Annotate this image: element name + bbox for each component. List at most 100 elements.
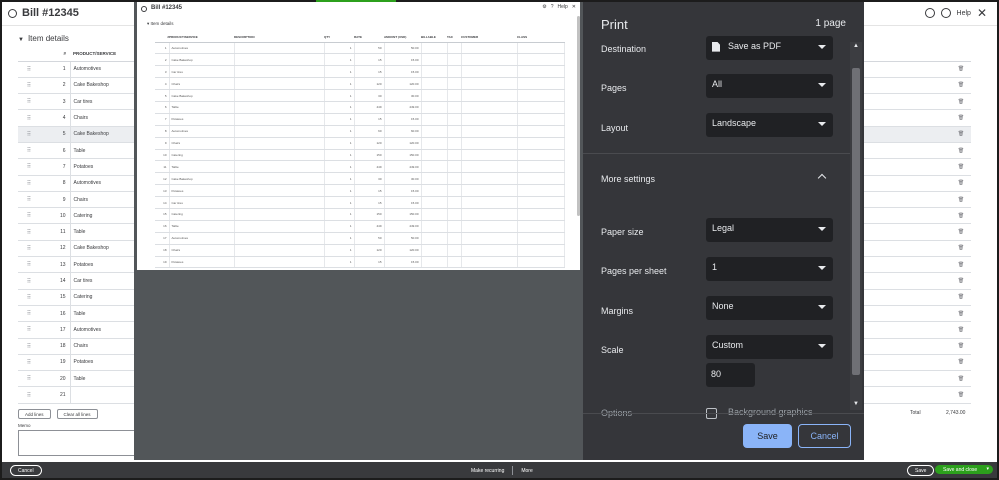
make-recurring-link[interactable]: Make recurring [471, 468, 504, 474]
drag-handle-icon[interactable]: ⠿ [18, 109, 40, 127]
trash-icon[interactable]: 🗑 [951, 321, 971, 339]
paper-size-select[interactable]: Legal [706, 218, 833, 242]
trash-icon[interactable]: 🗑 [951, 142, 971, 160]
drag-handle-icon[interactable]: ⠿ [18, 175, 40, 192]
dropdown-arrow-icon [818, 266, 826, 270]
help-link[interactable]: Help [957, 10, 971, 17]
preview-description [234, 137, 325, 150]
close-icon[interactable]: ✕ [977, 7, 987, 19]
preview-row: 19 Potatoes 1 15 15.00 [155, 256, 565, 269]
settings-gear-icon[interactable] [924, 8, 935, 18]
layout-select[interactable]: Landscape [706, 113, 833, 137]
trash-icon[interactable]: 🗑 [951, 386, 971, 404]
preview-row: 7 Potatoes 1 15 15.00 [155, 113, 565, 126]
drag-handle-icon[interactable]: ⠿ [18, 93, 40, 111]
trash-icon[interactable]: 🗑 [951, 289, 971, 306]
more-link[interactable]: More [521, 468, 532, 474]
preview-amount: 120.00 [384, 137, 422, 150]
drag-handle-icon[interactable]: ⠿ [18, 305, 40, 323]
preview-rate: 15 [354, 196, 385, 209]
trash-icon[interactable]: 🗑 [951, 272, 971, 290]
help-icon[interactable] [940, 8, 951, 18]
preview-qty: 1 [324, 149, 355, 162]
margins-select[interactable]: None [706, 296, 833, 320]
history-icon[interactable] [8, 9, 17, 18]
column-header-num: # [40, 47, 70, 62]
drag-handle-icon[interactable]: ⠿ [18, 240, 40, 258]
trash-icon[interactable]: 🗑 [951, 338, 971, 355]
destination-select[interactable]: Save as PDF [706, 36, 833, 60]
drag-handle-icon[interactable]: ⠿ [18, 338, 40, 355]
preview-rate: 150 [354, 208, 385, 221]
print-cancel-button[interactable]: Cancel [798, 424, 851, 448]
trash-icon[interactable]: 🗑 [951, 126, 971, 143]
drag-handle-icon[interactable]: ⠿ [18, 126, 40, 143]
pages-select[interactable]: All [706, 74, 833, 98]
preview-billable [421, 220, 448, 233]
preview-product: Car tires [169, 196, 235, 209]
preview-num: 14 [155, 196, 170, 209]
drag-handle-icon[interactable]: ⠿ [18, 272, 40, 290]
trash-icon[interactable]: 🗑 [951, 256, 971, 274]
preview-section-title: ▾ Item details [147, 21, 174, 26]
preview-description [234, 244, 325, 257]
save-button[interactable]: Save [907, 465, 935, 476]
preview-scrollbar[interactable] [577, 16, 580, 216]
trash-icon[interactable]: 🗑 [951, 370, 971, 388]
trash-icon[interactable]: 🗑 [951, 354, 971, 372]
add-lines-button[interactable]: Add lines [18, 409, 51, 419]
preview-billable [421, 196, 448, 209]
trash-icon[interactable]: 🗑 [951, 77, 971, 95]
drag-handle-icon[interactable]: ⠿ [18, 142, 40, 160]
scale-select[interactable]: Custom [706, 335, 833, 359]
drag-handle-icon[interactable]: ⠿ [18, 61, 40, 78]
memo-textarea[interactable] [18, 430, 136, 456]
drag-handle-icon[interactable]: ⠿ [18, 256, 40, 274]
row-number: 19 [40, 354, 71, 372]
preview-qty: 1 [324, 77, 355, 91]
pages-per-sheet-select[interactable]: 1 [706, 257, 833, 281]
scroll-down-icon[interactable]: ▼ [853, 401, 859, 407]
scale-input[interactable]: 80 [706, 363, 755, 387]
preview-column-header: BILLABLE [421, 32, 447, 43]
trash-icon[interactable]: 🗑 [951, 109, 971, 127]
row-number: 2 [40, 77, 71, 95]
drag-handle-icon[interactable]: ⠿ [18, 289, 40, 306]
drag-handle-icon[interactable]: ⠿ [18, 321, 40, 339]
trash-icon[interactable]: 🗑 [951, 240, 971, 258]
drag-handle-icon[interactable]: ⠿ [18, 386, 40, 404]
preview-row: 17 Automotives 1 50 50.00 [155, 232, 565, 245]
print-save-button[interactable]: Save [743, 424, 792, 448]
trash-icon[interactable]: 🗑 [951, 61, 971, 78]
more-settings-label[interactable]: More settings [601, 174, 655, 184]
drag-handle-icon[interactable]: ⠿ [18, 223, 40, 241]
preview-table: # PRODUCT/SERVICE DESCRIPTION QTY RATE AMOUNT… [155, 32, 565, 269]
preview-description [234, 65, 325, 79]
trash-icon[interactable]: 🗑 [951, 175, 971, 192]
trash-icon[interactable]: 🗑 [951, 207, 971, 225]
trash-icon[interactable]: 🗑 [951, 223, 971, 241]
save-and-close-button[interactable]: Save and close ▾ [935, 465, 993, 474]
scroll-up-icon[interactable]: ▲ [853, 43, 859, 49]
drag-handle-icon[interactable]: ⠿ [18, 354, 40, 372]
preview-amount: 150.00 [384, 208, 422, 221]
dropdown-arrow-icon[interactable]: ▾ [986, 466, 989, 472]
background-graphics-label[interactable]: Background graphics [728, 407, 838, 417]
drag-handle-icon[interactable]: ⠿ [18, 77, 40, 95]
trash-icon[interactable]: 🗑 [951, 93, 971, 111]
drag-handle-icon[interactable]: ⠿ [18, 158, 40, 176]
drag-handle-icon[interactable]: ⠿ [18, 191, 40, 209]
preview-description [234, 77, 325, 91]
drag-handle-icon[interactable]: ⠿ [18, 207, 40, 225]
clear-all-lines-button[interactable]: Clear all lines [56, 409, 98, 419]
preview-rate: 15 [354, 113, 385, 126]
item-details-header[interactable]: ▼ Item details [18, 34, 69, 43]
cancel-button[interactable]: Cancel [10, 465, 42, 476]
settings-scrollbar-thumb[interactable] [852, 68, 860, 375]
trash-icon[interactable]: 🗑 [951, 305, 971, 323]
drag-handle-icon[interactable]: ⠿ [18, 370, 40, 388]
trash-icon[interactable]: 🗑 [951, 191, 971, 209]
preview-num: 10 [155, 149, 170, 162]
trash-icon[interactable]: 🗑 [951, 158, 971, 176]
preview-tax [447, 149, 462, 162]
